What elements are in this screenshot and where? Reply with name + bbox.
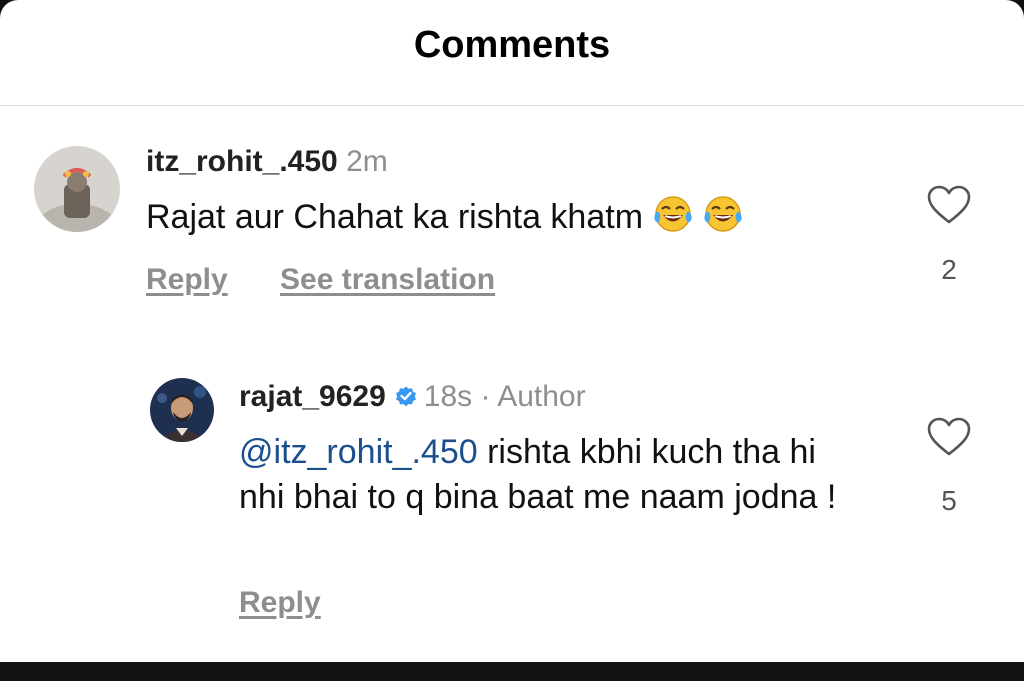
heart-icon[interactable] [926, 184, 972, 226]
reply-body: @itz_rohit_.450 rishta kbhi kuch tha hi … [239, 430, 859, 520]
author-badge: Author [497, 380, 586, 413]
face-with-tears-of-joy-icon [703, 194, 743, 234]
comment-meta: itz_rohit_.450 2m [146, 145, 388, 179]
comments-sheet: Comments itz_rohit_.450 2m Rajat aur Cha… [0, 0, 1024, 662]
like-count: 5 [941, 485, 957, 516]
comment-body: Rajat aur Chahat ka rishta khatm [146, 194, 906, 240]
comment-username[interactable]: itz_rohit_.450 [146, 145, 338, 178]
reply-time: 18s [423, 380, 473, 413]
see-translation-button[interactable]: See translation [280, 263, 495, 297]
avatar[interactable] [34, 146, 120, 232]
comment-text: Rajat aur Chahat ka rishta khatm [146, 198, 644, 236]
like-count: 2 [941, 254, 957, 285]
page-title: Comments [413, 24, 611, 66]
bottom-edge [0, 662, 1024, 681]
comment-time: 2m [346, 145, 388, 178]
verified-badge-icon [394, 384, 418, 408]
reply-button[interactable]: Reply [146, 263, 228, 297]
reply-username[interactable]: rajat_9629 [239, 380, 386, 413]
meta-separator: · [480, 380, 491, 413]
mention-link[interactable]: @itz_rohit_.450 [239, 433, 478, 471]
reply-button[interactable]: Reply [239, 586, 321, 620]
face-with-tears-of-joy-icon [653, 194, 693, 234]
avatar[interactable] [150, 378, 214, 442]
heart-icon[interactable] [926, 416, 972, 458]
comments-header: Comments [0, 0, 1024, 106]
reply-meta: rajat_9629 18s · Author [239, 380, 586, 414]
